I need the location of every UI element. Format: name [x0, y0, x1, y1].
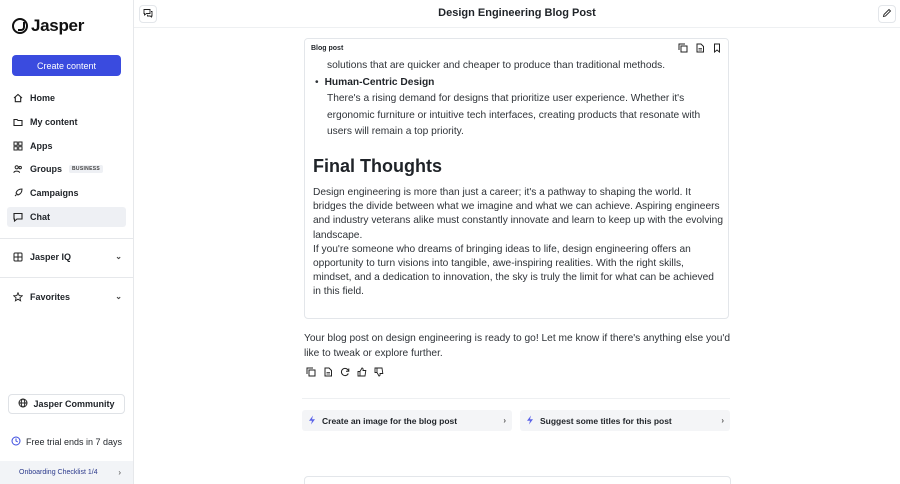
checklist-label: Onboarding Checklist 1/4 [19, 469, 98, 476]
thumbs-down-icon[interactable] [374, 367, 384, 377]
chevron-right-icon: › [118, 468, 121, 477]
sidebar-item-label: Home [30, 93, 56, 103]
favorites-label: Favorites [30, 292, 71, 302]
trial-text: Free trial ends in 7 days [26, 437, 123, 447]
suggestion-create-image[interactable]: Create an image for the blog post › [302, 410, 512, 431]
globe-icon [18, 398, 28, 410]
chevron-right-icon: › [503, 416, 506, 425]
clock-icon [11, 436, 21, 448]
onboarding-checklist[interactable]: Onboarding Checklist 1/4 › [0, 461, 133, 484]
pencil-icon [882, 5, 892, 23]
divider [0, 277, 133, 278]
jasper-iq-section[interactable]: Jasper IQ ⌄ [7, 247, 126, 267]
blog-post-card: Blog post solutions that are quicker and… [304, 38, 729, 319]
card-toolbar [678, 43, 722, 55]
paragraph: Design engineering is more than just a c… [313, 186, 724, 241]
regenerate-icon[interactable] [340, 367, 350, 377]
sidebar: Jasper Create content Home My content Ap… [0, 0, 134, 484]
page-title: Design Engineering Blog Post [438, 7, 596, 19]
community-label: Jasper Community [33, 399, 115, 409]
divider [302, 398, 730, 399]
lightning-icon [308, 415, 316, 427]
sidebar-item-campaigns[interactable]: Campaigns [7, 183, 126, 203]
blog-post-card-header: Blog post [305, 39, 728, 58]
sidebar-item-label: Apps [30, 140, 53, 151]
sidebar-item-apps[interactable]: Apps [7, 136, 126, 156]
edit-title-button[interactable] [878, 5, 896, 23]
star-icon [13, 292, 23, 302]
sidebar-item-label: Campaigns [30, 188, 79, 199]
content-line: solutions that are quicker and cheaper t… [327, 60, 666, 71]
copy-icon[interactable] [306, 367, 316, 377]
sidebar-item-label: My content [30, 116, 78, 127]
suggestion-label: Suggest some titles for this post [540, 415, 672, 426]
chevron-down-icon[interactable]: ⌄ [115, 292, 122, 301]
bullet-body: There's a rising demand for designs that… [327, 93, 701, 138]
chat-panel: Blog post solutions that are quicker and… [134, 29, 900, 484]
jasper-logo-icon [12, 18, 28, 34]
top-bar: Design Engineering Blog Post [134, 0, 900, 28]
section-heading: Final Thoughts [313, 155, 442, 176]
chevron-right-icon: › [721, 416, 724, 425]
divider [0, 238, 133, 239]
paragraph: If you're someone who dreams of bringing… [313, 243, 714, 298]
users-icon [13, 164, 23, 174]
copy-icon[interactable] [678, 43, 688, 55]
suggestion-label: Create an image for the blog post [322, 415, 458, 426]
sidebar-item-home[interactable]: Home [7, 88, 126, 108]
assistant-message: Your blog post on design engineering is … [304, 333, 731, 359]
lightning-icon [526, 415, 534, 427]
sidebar-item-my-content[interactable]: My content [7, 112, 126, 132]
document-icon[interactable] [695, 43, 705, 55]
free-trial-notice[interactable]: Free trial ends in 7 days [11, 436, 122, 448]
iq-icon [13, 252, 23, 262]
jasper-iq-label: Jasper IQ [30, 252, 72, 262]
message-actions [306, 367, 384, 377]
sidebar-item-label: Chat [30, 211, 50, 222]
rocket-icon [13, 188, 23, 198]
grid-icon [13, 141, 23, 151]
thumbs-up-icon[interactable] [357, 367, 367, 377]
blog-post-content: solutions that are quicker and cheaper t… [313, 58, 723, 300]
sidebar-item-groups[interactable]: Groups BUSINESS [7, 159, 126, 179]
suggestion-suggest-titles[interactable]: Suggest some titles for this post › [520, 410, 730, 431]
sidebar-item-chat[interactable]: Chat [7, 206, 126, 227]
favorites-section[interactable]: Favorites ⌄ [7, 287, 126, 307]
logo-text: Jasper [31, 16, 85, 35]
chevron-down-icon[interactable]: ⌄ [115, 252, 122, 261]
bullet-item: • Human-Centric Design [313, 75, 723, 92]
bookmark-icon[interactable] [712, 43, 722, 55]
folder-icon [13, 117, 23, 127]
chat-input[interactable] [304, 476, 731, 484]
jasper-logo[interactable]: Jasper [12, 16, 84, 36]
business-badge: BUSINESS [69, 165, 103, 174]
sidebar-item-label: Groups [30, 164, 63, 175]
sidebar-nav: Home My content Apps Groups BUSINESS Cam… [7, 88, 126, 231]
bullet-dot: • [315, 76, 319, 88]
blog-post-label: Blog post [311, 45, 344, 52]
document-icon[interactable] [323, 367, 333, 377]
bullet-title: Human-Centric Design [324, 76, 435, 88]
jasper-community-button[interactable]: Jasper Community [8, 394, 125, 414]
home-icon [13, 93, 23, 103]
chat-icon [13, 212, 23, 222]
create-content-button[interactable]: Create content [12, 55, 121, 76]
